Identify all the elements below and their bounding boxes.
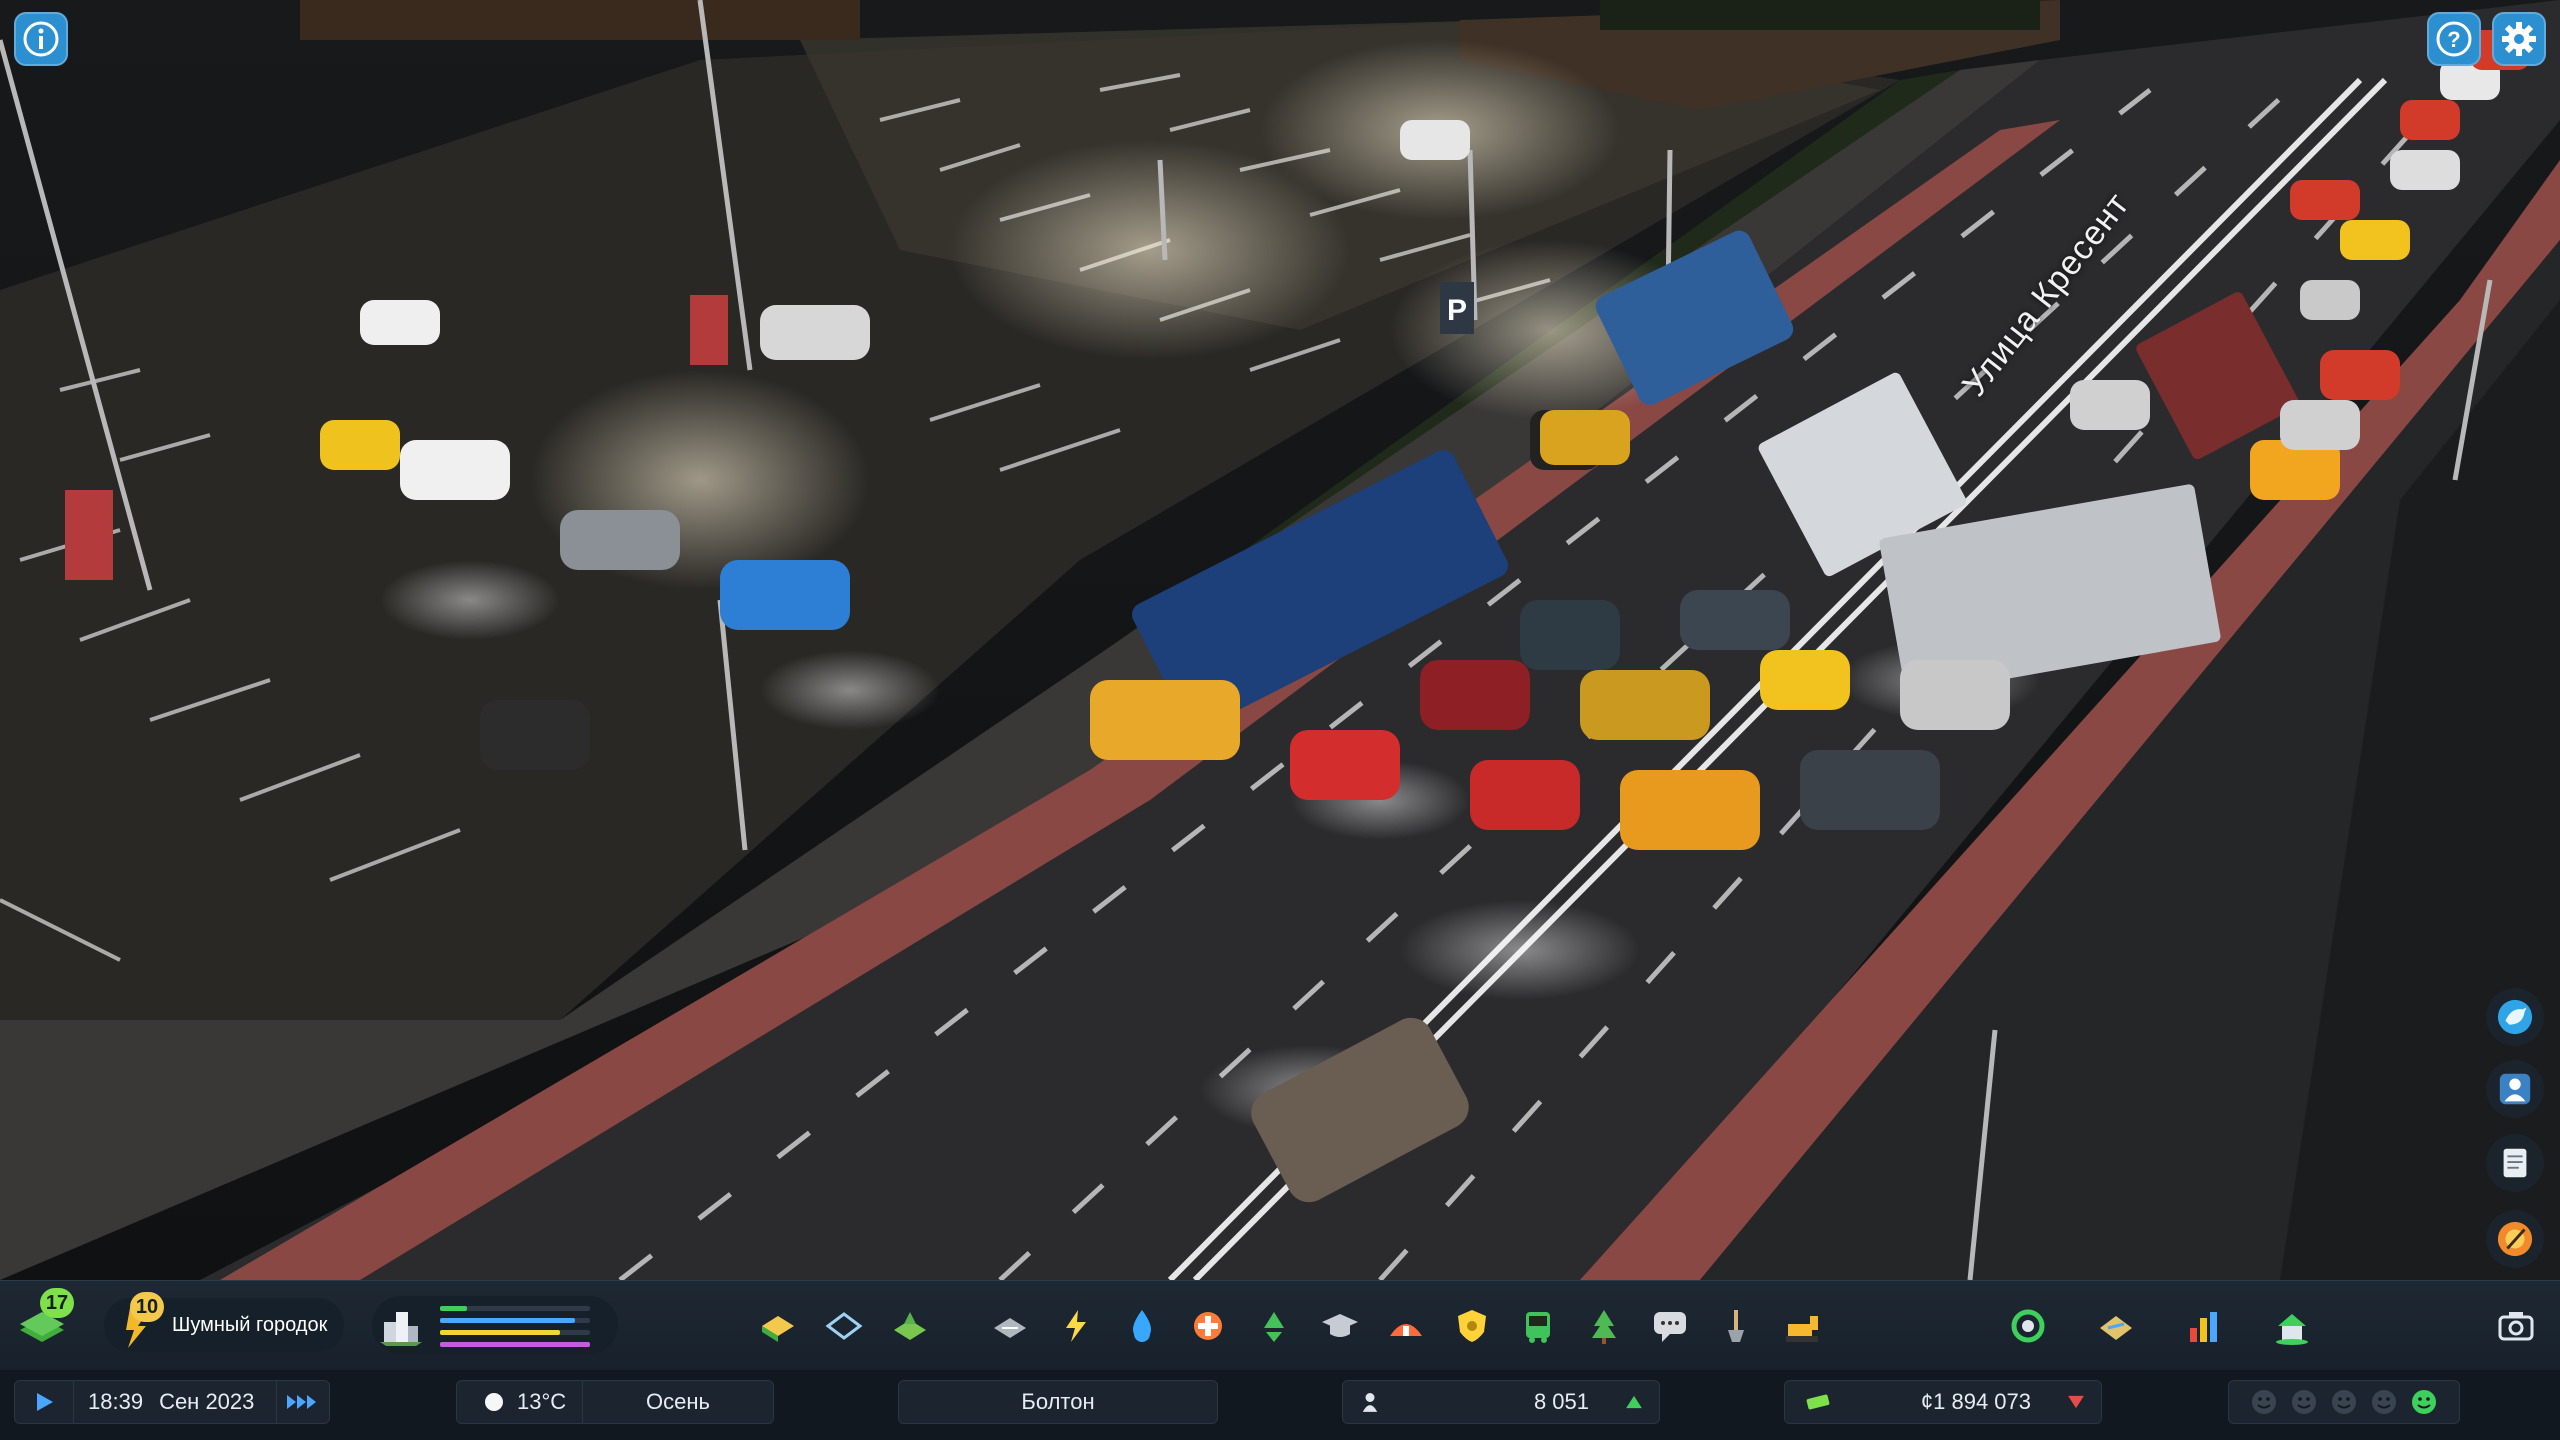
zoning-tool-button[interactable]	[752, 1300, 804, 1352]
parking-sign: P	[1447, 294, 1467, 327]
time-controls: 18:39 Сен 2023	[14, 1380, 330, 1424]
game-time: 18:39	[88, 1389, 144, 1414]
money-trend-down-icon	[2068, 1395, 2084, 1409]
healthcare-tool-icon	[1194, 1312, 1222, 1340]
city-scene[interactable]: P	[0, 0, 2560, 1440]
garbage-tool-button[interactable]	[1248, 1300, 1300, 1352]
gear-icon	[2502, 22, 2536, 56]
statistics-tool-button[interactable]	[2178, 1300, 2230, 1352]
roads-tool-button[interactable]	[984, 1300, 1036, 1352]
police-tool-icon	[1458, 1310, 1486, 1342]
landscaping-shovel-tool-icon	[1728, 1310, 1744, 1342]
happiness-face-icon	[2412, 1390, 2436, 1414]
citizens-button[interactable]	[2486, 1060, 2544, 1118]
play-icon	[37, 1393, 53, 1411]
zoning-tool-icon	[762, 1316, 794, 1342]
milestone-name: Шумный городок	[172, 1313, 328, 1336]
economy-tool-button[interactable]	[2002, 1300, 2054, 1352]
area-tool-icon	[825, 1312, 863, 1340]
game-date: Сен 2023	[159, 1389, 255, 1414]
svg-text:?: ?	[2447, 27, 2460, 52]
speed-button[interactable]	[276, 1381, 329, 1423]
weather-panel[interactable]: 13°C Осень	[456, 1380, 774, 1424]
happiness-face-icon	[2292, 1390, 2316, 1414]
roads-tool-icon	[994, 1318, 1026, 1338]
happiness-face-icon	[2372, 1390, 2396, 1414]
electricity-tool-button[interactable]	[1050, 1300, 1102, 1352]
temperature: 13°C	[517, 1389, 567, 1414]
chirper-button[interactable]	[2486, 988, 2544, 1046]
residential-demand-bar	[440, 1306, 590, 1311]
transport-tool-button[interactable]	[1512, 1300, 1564, 1352]
radio-button[interactable]	[2486, 1210, 2544, 1268]
xp-level-button[interactable]: 17	[16, 1288, 78, 1354]
office-demand-bar	[440, 1342, 590, 1347]
info-icon	[23, 21, 59, 57]
progression-tool-icon	[2276, 1314, 2308, 1345]
landscaping-shovel-tool-button[interactable]	[1710, 1300, 1762, 1352]
city-name-field[interactable]: Болтон	[898, 1380, 1218, 1424]
journal-button[interactable]	[2486, 1134, 2544, 1192]
play-button[interactable]	[15, 1381, 74, 1423]
progression-tool-button[interactable]	[2266, 1300, 2318, 1352]
transport-tool-icon	[1526, 1312, 1550, 1343]
photo-mode-button[interactable]	[2488, 1298, 2544, 1354]
fast-forward-icon	[287, 1395, 316, 1409]
police-tool-button[interactable]	[1446, 1300, 1498, 1352]
population-icon	[1362, 1393, 1378, 1412]
money-value: ¢1 894 073	[1920, 1389, 2031, 1414]
fire-rescue-tool-icon	[1390, 1324, 1422, 1336]
money-panel[interactable]: ¢1 894 073	[1784, 1380, 2102, 1424]
help-button[interactable]: ?	[2427, 12, 2481, 66]
population-panel[interactable]: 8 051	[1342, 1380, 1660, 1424]
status-bar	[0, 1370, 2560, 1440]
education-tool-icon	[1322, 1314, 1358, 1337]
milestone-icon-wrap: 10	[116, 1292, 170, 1350]
education-tool-button[interactable]	[1314, 1300, 1366, 1352]
healthcare-tool-button[interactable]	[1182, 1300, 1234, 1352]
statistics-tool-icon	[2190, 1312, 2217, 1342]
water-tool-button[interactable]	[1116, 1300, 1168, 1352]
happiness-panel[interactable]	[2228, 1380, 2460, 1424]
info-button[interactable]	[14, 12, 68, 66]
landscaping-tool-icon	[894, 1312, 926, 1340]
xp-level-badge: 17	[40, 1288, 74, 1318]
fire-rescue-tool-button[interactable]	[1380, 1300, 1432, 1352]
parks-tool-icon	[1592, 1310, 1616, 1344]
radio-icon	[2497, 1221, 2533, 1257]
demand-icon	[378, 1302, 424, 1348]
electricity-tool-icon	[1066, 1310, 1086, 1342]
bulldozer-tool-button[interactable]	[1776, 1300, 1828, 1352]
camera-icon	[2498, 1312, 2534, 1341]
garbage-tool-icon	[1264, 1312, 1284, 1342]
map-tool-button[interactable]	[2090, 1300, 2142, 1352]
season: Осень	[646, 1389, 710, 1414]
bulldozer-tool-icon	[1786, 1316, 1818, 1342]
parks-tool-button[interactable]	[1578, 1300, 1630, 1352]
landscaping-tool-button[interactable]	[884, 1300, 936, 1352]
communications-tool-icon	[1654, 1312, 1686, 1342]
map-tool-icon	[2100, 1316, 2132, 1340]
milestone-level-badge: 10	[130, 1292, 164, 1322]
journal-icon	[2503, 1148, 2527, 1178]
area-tool-button[interactable]	[818, 1300, 870, 1352]
citizen-icon	[2499, 1073, 2531, 1105]
economy-tool-icon	[2011, 1309, 2045, 1343]
chirper-bird-icon	[2497, 999, 2533, 1035]
money-icon	[1806, 1394, 1830, 1410]
water-tool-icon	[1133, 1310, 1151, 1342]
moon-icon	[485, 1393, 503, 1411]
population-value: 8 051	[1533, 1389, 1589, 1414]
happiness-face-icon	[2252, 1390, 2276, 1414]
help-icon: ?	[2436, 21, 2472, 57]
population-trend-up-icon	[1626, 1395, 1642, 1409]
commercial-demand-bar	[440, 1318, 590, 1323]
settings-button[interactable]	[2492, 12, 2546, 66]
industrial-demand-bar	[440, 1330, 590, 1335]
city-name: Болтон	[1021, 1389, 1095, 1414]
happiness-face-icon	[2332, 1390, 2356, 1414]
communications-tool-button[interactable]	[1644, 1300, 1696, 1352]
